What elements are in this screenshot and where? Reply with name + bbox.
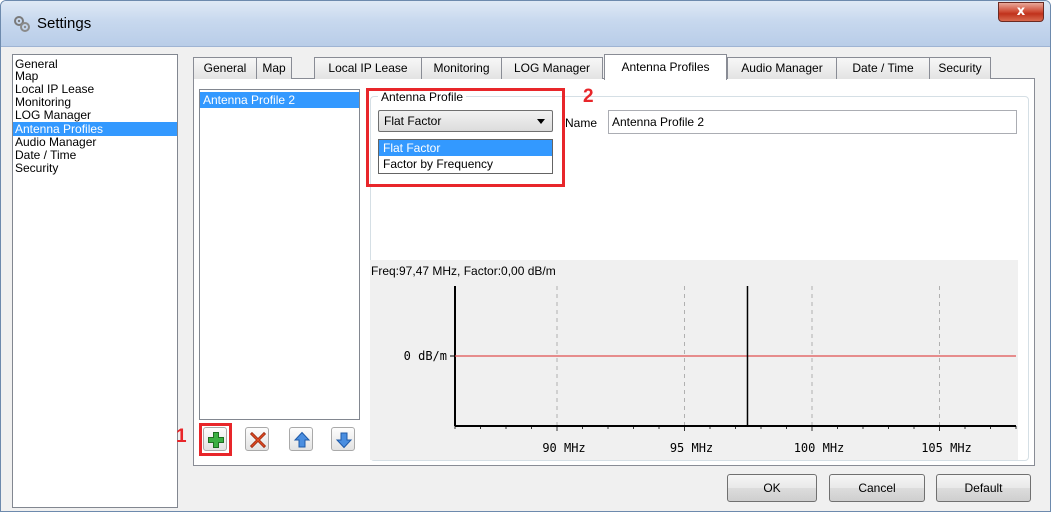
add-profile-button[interactable] xyxy=(203,427,227,451)
ok-button[interactable]: OK xyxy=(727,474,817,502)
x-tick-label: 105 MHz xyxy=(921,441,972,455)
y-tick-label: 0 dB/m xyxy=(404,349,447,363)
profile-list-item[interactable]: Antenna Profile 2 xyxy=(200,92,359,108)
close-button[interactable]: x xyxy=(998,2,1044,22)
category-list[interactable]: General Map Local IP Lease Monitoring LO… xyxy=(12,54,178,508)
x-tick-label: 100 MHz xyxy=(794,441,845,455)
sidebar-item-date-time[interactable]: Date / Time xyxy=(13,149,177,161)
tab-audio-manager[interactable]: Audio Manager xyxy=(727,57,837,79)
arrow-up-icon xyxy=(293,431,311,448)
settings-gear-icon xyxy=(14,16,30,32)
tab-log-manager[interactable]: LOG Manager xyxy=(501,57,603,79)
factor-chart[interactable]: 0 dB/m 90 MHz 95 MHz 100 MHz 105 MHz Freq:97… xyxy=(370,260,1018,460)
close-icon: x xyxy=(1016,4,1026,19)
profile-list[interactable]: Antenna Profile 2 xyxy=(199,89,360,420)
move-up-button[interactable] xyxy=(289,427,313,451)
tab-monitoring[interactable]: Monitoring xyxy=(421,57,502,79)
tab-date-time[interactable]: Date / Time xyxy=(836,57,930,79)
cancel-button[interactable]: Cancel xyxy=(829,474,925,502)
name-field[interactable]: Antenna Profile 2 xyxy=(608,110,1017,134)
sidebar-item-security[interactable]: Security xyxy=(13,162,177,174)
chevron-down-icon xyxy=(537,119,545,124)
arrow-down-icon xyxy=(335,432,353,449)
tab-map[interactable]: Map xyxy=(256,57,292,79)
sidebar-item-audio-manager[interactable]: Audio Manager xyxy=(13,136,177,148)
sidebar-item-map[interactable]: Map xyxy=(13,70,177,82)
sidebar-item-antenna-profiles[interactable]: Antenna Profiles xyxy=(13,122,177,136)
move-down-button[interactable] xyxy=(331,427,355,451)
delete-profile-button[interactable] xyxy=(245,427,269,451)
option-flat-factor[interactable]: Flat Factor xyxy=(379,140,552,156)
annotation-number-1: 1 xyxy=(176,426,187,447)
tab-antenna-profiles[interactable]: Antenna Profiles xyxy=(604,54,727,80)
tab-local-ip-lease[interactable]: Local IP Lease xyxy=(314,57,422,79)
profile-type-dropdown: Flat Factor Factor by Frequency xyxy=(378,139,553,174)
name-label: Name xyxy=(565,116,598,130)
option-factor-by-frequency[interactable]: Factor by Frequency xyxy=(379,156,552,172)
profile-type-value: Flat Factor xyxy=(384,114,442,128)
sidebar-item-monitoring[interactable]: Monitoring xyxy=(13,96,177,108)
annotation-number-2: 2 xyxy=(583,86,594,107)
title-bar: Settings x xyxy=(1,1,1050,47)
tab-general[interactable]: General xyxy=(193,57,257,79)
default-button[interactable]: Default xyxy=(936,474,1031,502)
chart-svg: 0 dB/m 90 MHz 95 MHz 100 MHz 105 MHz xyxy=(404,286,1017,455)
delete-icon xyxy=(249,431,267,449)
sidebar-item-log-manager[interactable]: LOG Manager xyxy=(13,109,177,121)
window-title: Settings xyxy=(37,15,92,32)
x-tick-label: 90 MHz xyxy=(542,441,585,455)
x-tick-label: 95 MHz xyxy=(670,441,713,455)
chart-readout: Freq:97,47 MHz, Factor:0,00 dB/m xyxy=(371,264,556,278)
sidebar-item-local-ip-lease[interactable]: Local IP Lease xyxy=(13,83,177,95)
group-label: Antenna Profile xyxy=(378,90,467,104)
tab-security[interactable]: Security xyxy=(929,57,991,79)
add-icon xyxy=(208,432,224,448)
profile-type-select[interactable]: Flat Factor xyxy=(378,110,553,132)
